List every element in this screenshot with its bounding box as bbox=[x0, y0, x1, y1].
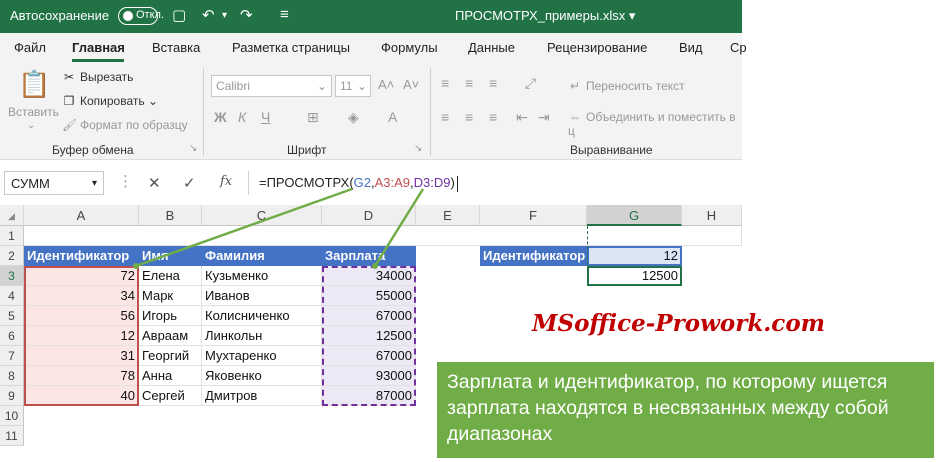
site-logo: MSoffice-Prowork.com bbox=[532, 310, 825, 337]
callout-text: Зарплата и идентификатор, по которому ищ… bbox=[447, 371, 889, 445]
annotation-callout: Зарплата и идентификатор, по которому ищ… bbox=[437, 362, 934, 458]
logo-text: MSoffice-Prowork.com bbox=[532, 310, 825, 337]
arrow-end-dot bbox=[372, 263, 378, 269]
arrow-to-lookup-array bbox=[135, 187, 353, 268]
arrow-end-dot bbox=[133, 263, 139, 269]
arrow-to-return-array bbox=[373, 188, 425, 267]
